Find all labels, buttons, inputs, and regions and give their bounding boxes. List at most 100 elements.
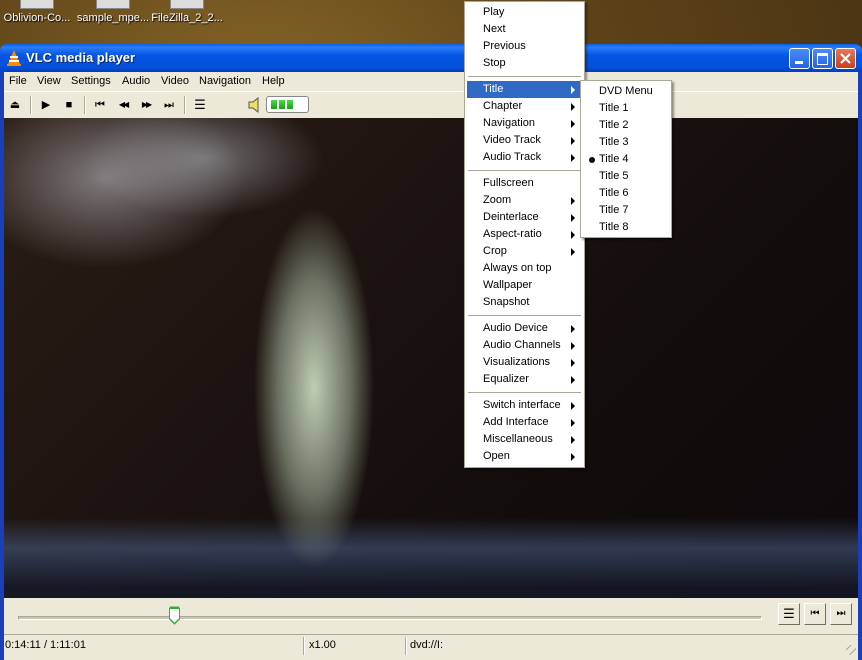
menu-item-snapshot[interactable]: Snapshot xyxy=(467,294,580,311)
menu-item-crop[interactable]: Crop xyxy=(467,243,580,260)
volume-segment xyxy=(287,100,293,109)
menu-item-previous[interactable]: Previous xyxy=(467,38,580,55)
menu-settings[interactable]: Settings xyxy=(71,75,111,87)
play-button[interactable]: ▶ xyxy=(38,97,54,113)
fast-forward-button[interactable]: ▶▶ xyxy=(138,97,154,113)
menu-item-label: Previous xyxy=(483,40,526,52)
menu-item-label: Title 7 xyxy=(599,204,629,216)
volume-slider[interactable] xyxy=(266,96,309,113)
menu-item-switch-interface[interactable]: Switch interface xyxy=(467,397,580,414)
menu-item-aspect-ratio[interactable]: Aspect-ratio xyxy=(467,226,580,243)
title-item-title-7[interactable]: Title 7 xyxy=(583,202,667,219)
close-button[interactable] xyxy=(835,48,856,69)
menu-item-video-track[interactable]: Video Track xyxy=(467,132,580,149)
vlc-window: VLC media player File View Settings Audi… xyxy=(0,44,862,660)
menu-item-title[interactable]: Title xyxy=(467,81,580,98)
eject-button[interactable]: ⏏ xyxy=(7,97,23,113)
desktop-icon-label: FileZilla_2_2... xyxy=(151,12,223,24)
seek-thumb[interactable] xyxy=(168,606,180,625)
menu-item-zoom[interactable]: Zoom xyxy=(467,192,580,209)
menu-item-add-interface[interactable]: Add Interface xyxy=(467,414,580,431)
menu-item-label: Chapter xyxy=(483,100,523,112)
title-bar[interactable]: VLC media player xyxy=(0,44,862,72)
toolbar-separator xyxy=(30,96,32,114)
menu-item-label: Open xyxy=(483,450,510,462)
menu-item-visualizations[interactable]: Visualizations xyxy=(467,354,580,371)
playlist-toggle-button[interactable]: ☰ xyxy=(778,603,800,625)
menu-item-audio-device[interactable]: Audio Device xyxy=(467,320,580,337)
source-display: dvd://I: xyxy=(410,639,444,651)
submenu-arrow-icon xyxy=(571,137,575,145)
title-item-dvd-menu[interactable]: DVD Menu xyxy=(583,83,667,100)
menu-item-play[interactable]: Play xyxy=(467,4,580,21)
menu-file[interactable]: File xyxy=(9,75,27,87)
menu-item-deinterlace[interactable]: Deinterlace xyxy=(467,209,580,226)
seek-track[interactable] xyxy=(18,616,762,620)
menu-item-label: Deinterlace xyxy=(483,211,539,223)
previous-button[interactable]: ⏮ xyxy=(92,97,108,113)
toolbar-separator xyxy=(184,96,186,114)
menu-item-miscellaneous[interactable]: Miscellaneous xyxy=(467,431,580,448)
vlc-cone-icon xyxy=(7,50,21,66)
menu-navigation[interactable]: Navigation xyxy=(199,75,251,87)
menu-item-equalizer[interactable]: Equalizer xyxy=(467,371,580,388)
submenu-arrow-icon xyxy=(571,402,575,410)
video-display[interactable] xyxy=(4,118,858,598)
previous-chapter-button[interactable]: ⏮ xyxy=(804,603,826,625)
minimize-button[interactable] xyxy=(789,48,810,69)
status-separator xyxy=(303,637,305,655)
next-button[interactable]: ⏭ xyxy=(161,97,177,113)
title-item-title-3[interactable]: Title 3 xyxy=(583,134,667,151)
menu-item-label: Title 1 xyxy=(599,102,629,114)
title-item-title-1[interactable]: Title 1 xyxy=(583,100,667,117)
menu-item-next[interactable]: Next xyxy=(467,21,580,38)
menu-item-label: Audio Device xyxy=(483,322,548,334)
stop-button[interactable]: ■ xyxy=(61,97,77,113)
desktop-icon-sample-mpeg[interactable]: sample_mpe... xyxy=(76,0,150,42)
menu-item-audio-track[interactable]: Audio Track xyxy=(467,149,580,166)
maximize-button[interactable] xyxy=(812,48,833,69)
menu-item-label: Stop xyxy=(483,57,506,69)
menu-item-chapter[interactable]: Chapter xyxy=(467,98,580,115)
menu-item-label: Title xyxy=(483,83,504,95)
menu-item-label: Zoom xyxy=(483,194,512,206)
submenu-arrow-icon xyxy=(571,214,575,222)
menu-item-stop[interactable]: Stop xyxy=(467,55,580,72)
title-item-title-5[interactable]: Title 5 xyxy=(583,168,667,185)
toolbar-separator xyxy=(84,96,86,114)
title-item-title-6[interactable]: Title 6 xyxy=(583,185,667,202)
menu-item-always-on-top[interactable]: Always on top xyxy=(467,260,580,277)
next-chapter-button[interactable]: ⏭ xyxy=(830,603,852,625)
menu-item-wallpaper[interactable]: Wallpaper xyxy=(467,277,580,294)
menu-help[interactable]: Help xyxy=(262,75,285,87)
submenu-arrow-icon xyxy=(571,231,575,239)
menu-video[interactable]: Video xyxy=(161,75,189,87)
playlist-button[interactable]: ☰ xyxy=(192,97,208,113)
submenu-arrow-icon xyxy=(571,120,575,128)
title-item-title-8[interactable]: Title 8 xyxy=(583,219,667,236)
volume-segment xyxy=(271,100,277,109)
menu-audio[interactable]: Audio xyxy=(122,75,150,87)
menu-item-label: Title 4 xyxy=(599,153,629,165)
status-separator xyxy=(405,637,407,655)
speed-display: x1.00 xyxy=(309,639,336,651)
resize-grip[interactable] xyxy=(846,645,856,655)
menu-item-label: Video Track xyxy=(483,134,541,146)
rewind-button[interactable]: ◀◀ xyxy=(115,97,131,113)
menu-separator xyxy=(468,315,581,316)
speaker-icon[interactable] xyxy=(248,97,262,113)
menu-item-label: Switch interface xyxy=(483,399,561,411)
menu-item-fullscreen[interactable]: Fullscreen xyxy=(467,175,580,192)
submenu-arrow-icon xyxy=(571,376,575,384)
menu-item-open[interactable]: Open xyxy=(467,448,580,465)
title-item-title-2[interactable]: Title 2 xyxy=(583,117,667,134)
menu-view[interactable]: View xyxy=(37,75,61,87)
menu-item-label: Navigation xyxy=(483,117,535,129)
title-submenu: DVD Menu Title 1 Title 2 Title 3 Title 4 Titl… xyxy=(580,80,672,238)
menu-item-audio-channels[interactable]: Audio Channels xyxy=(467,337,580,354)
title-item-title-4[interactable]: Title 4 xyxy=(583,151,667,168)
menu-item-navigation[interactable]: Navigation xyxy=(467,115,580,132)
desktop-icon-oblivion[interactable]: Oblivion-Co... xyxy=(2,0,72,42)
menu-separator xyxy=(468,76,581,77)
desktop-icon-filezilla[interactable]: FileZilla_2_2... xyxy=(150,0,224,42)
